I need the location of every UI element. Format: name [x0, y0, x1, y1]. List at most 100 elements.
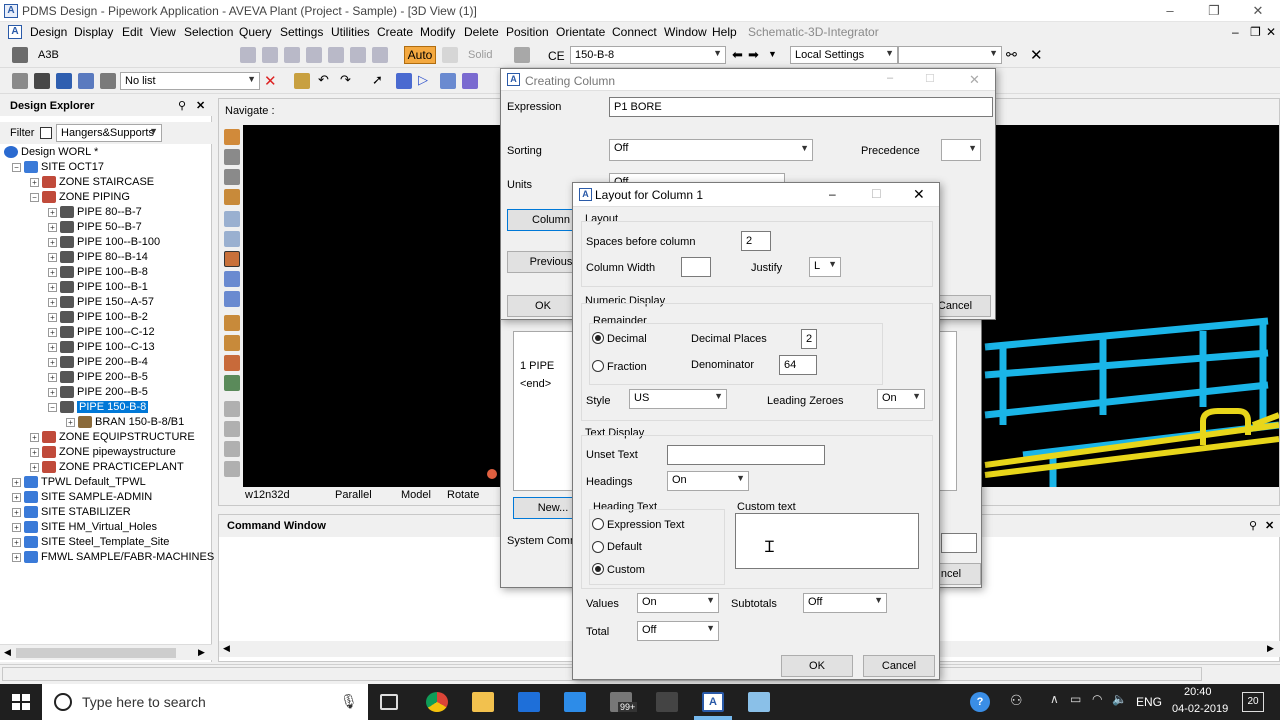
- store-icon[interactable]: [518, 692, 540, 712]
- list-icon[interactable]: [78, 73, 94, 89]
- justify-combo[interactable]: L ▼: [809, 257, 841, 277]
- zoom-icon[interactable]: [224, 211, 240, 227]
- tree-expander-icon[interactable]: +: [30, 177, 39, 187]
- clock-date[interactable]: 04-02-2019: [1172, 703, 1228, 715]
- expression-text-radio[interactable]: [592, 518, 604, 530]
- task-view-icon[interactable]: [380, 694, 398, 710]
- cmd-pin-icon[interactable]: ⚲: [1249, 519, 1257, 532]
- menu-connect[interactable]: Connect: [612, 25, 657, 39]
- grab-icon[interactable]: [12, 73, 28, 89]
- tree-expander-icon[interactable]: +: [48, 237, 57, 247]
- menu-view[interactable]: View: [150, 25, 176, 39]
- tree-expander-icon[interactable]: +: [48, 327, 57, 337]
- denominator-field[interactable]: 64: [779, 355, 817, 375]
- menu-delete[interactable]: Delete: [464, 25, 499, 39]
- tree-expander-icon[interactable]: +: [12, 477, 21, 487]
- tree-item[interactable]: − ZONE PIPING: [30, 191, 130, 204]
- delete-x-icon[interactable]: ✕: [264, 72, 277, 90]
- file-explorer-icon[interactable]: [472, 692, 494, 712]
- close-button[interactable]: ✕: [1238, 2, 1278, 20]
- tree-expander-icon[interactable]: +: [48, 357, 57, 367]
- custom-radio[interactable]: [592, 563, 604, 575]
- fraction-label[interactable]: Fraction: [607, 361, 647, 373]
- blank-combo[interactable]: ▼: [898, 46, 1002, 64]
- undo-icon[interactable]: ↶: [318, 72, 329, 88]
- headings-combo[interactable]: On ▼: [667, 471, 749, 491]
- explorer-scrollbar[interactable]: ◀ ▶: [0, 644, 212, 660]
- report-list-item-1[interactable]: 1 PIPE: [520, 360, 554, 372]
- menu-help[interactable]: Help: [712, 25, 737, 39]
- tree-item[interactable]: + ZONE pipewaystructure: [30, 446, 176, 459]
- precedence-combo[interactable]: ▼: [941, 139, 981, 161]
- tree-item[interactable]: − PIPE 150-B-8: [48, 401, 149, 414]
- language-indicator[interactable]: ENG: [1136, 695, 1162, 709]
- dropbox-icon[interactable]: [564, 692, 586, 712]
- tree-expander-icon[interactable]: +: [48, 387, 57, 397]
- explorer-close-icon[interactable]: ✕: [196, 99, 205, 112]
- tree-expander-icon[interactable]: +: [48, 342, 57, 352]
- tree-expander-icon[interactable]: +: [12, 507, 21, 517]
- joystick-icon[interactable]: [656, 692, 678, 712]
- tree-expander-icon[interactable]: +: [48, 222, 57, 232]
- cc-maximize-icon[interactable]: ☐: [925, 72, 935, 85]
- system-comm-field[interactable]: [941, 533, 977, 553]
- view-tool-13-icon[interactable]: [224, 421, 240, 437]
- menu-selection[interactable]: Selection: [184, 25, 233, 39]
- people-icon[interactable]: ⚇: [1010, 692, 1023, 709]
- menu-utilities[interactable]: Utilities: [331, 25, 370, 39]
- pipe-tool-6-icon[interactable]: [350, 47, 366, 63]
- view-tool-10-icon[interactable]: [224, 355, 240, 371]
- pdms-icon[interactable]: [748, 692, 770, 712]
- pin-icon[interactable]: ⚲: [178, 99, 186, 112]
- tree-item[interactable]: + PIPE 100--B-100: [48, 236, 160, 249]
- menu-edit[interactable]: Edit: [122, 25, 143, 39]
- help-circle-icon[interactable]: ?: [970, 692, 990, 712]
- walk-icon[interactable]: [224, 251, 240, 267]
- cylinder-icon[interactable]: [514, 47, 530, 63]
- default-radio[interactable]: [592, 541, 604, 553]
- clash-icon[interactable]: [462, 73, 478, 89]
- decimal-places-field[interactable]: 2: [801, 329, 817, 349]
- menu-orientate[interactable]: Orientate: [556, 25, 605, 39]
- view-tool-1-icon[interactable]: [224, 129, 240, 145]
- tree-expander-icon[interactable]: +: [48, 372, 57, 382]
- width-field[interactable]: [681, 257, 711, 277]
- subtotals-combo[interactable]: Off ▼: [803, 593, 887, 613]
- taskbar-search-box[interactable]: Type here to search 🎙: [42, 684, 368, 720]
- tree-expander-icon[interactable]: +: [12, 537, 21, 547]
- layout-close-icon[interactable]: ✕: [913, 186, 925, 203]
- volume-icon[interactable]: 🔈: [1112, 692, 1127, 706]
- total-combo[interactable]: Off ▼: [637, 621, 719, 641]
- forward-arrow-icon[interactable]: ➡: [748, 47, 759, 63]
- view-tool-3-icon[interactable]: [224, 169, 240, 185]
- mdi-close-button[interactable]: ✕: [1266, 25, 1276, 39]
- redo-icon[interactable]: ↷: [340, 72, 351, 88]
- tree-item[interactable]: Design WORL *: [4, 146, 98, 159]
- spaces-field[interactable]: 2: [741, 231, 771, 251]
- tree-item[interactable]: + SITE SAMPLE-ADMIN: [12, 491, 152, 504]
- measure-icon[interactable]: [440, 73, 456, 89]
- tree-item[interactable]: + PIPE 200--B-4: [48, 356, 148, 369]
- custom-text-area[interactable]: [735, 513, 919, 569]
- microphone-icon[interactable]: 🎙: [340, 693, 358, 710]
- orbit-icon[interactable]: [224, 291, 240, 307]
- scroll-thumb[interactable]: [16, 648, 176, 658]
- pipe-tool-2-icon[interactable]: [262, 47, 278, 63]
- play-icon[interactable]: ▷: [418, 72, 428, 88]
- decimal-radio[interactable]: [592, 332, 604, 344]
- zoom-out-icon[interactable]: [224, 231, 240, 247]
- layout-minimize-icon[interactable]: –: [829, 187, 836, 201]
- cmd-close-icon[interactable]: ✕: [1265, 519, 1274, 532]
- tree-item[interactable]: + PIPE 100--C-13: [48, 341, 155, 354]
- pointer-icon[interactable]: ➚: [372, 72, 383, 88]
- menu-create[interactable]: Create: [377, 25, 413, 39]
- tree-item[interactable]: + BRAN 150-B-8/B1: [66, 416, 184, 429]
- cmd-scroll-right-icon[interactable]: ▶: [1267, 643, 1274, 654]
- leading-zeroes-combo[interactable]: On ▼: [877, 389, 925, 409]
- style-combo[interactable]: US ▼: [629, 389, 727, 409]
- minimize-button[interactable]: –: [1150, 2, 1190, 20]
- tree-item[interactable]: + SITE STABILIZER: [12, 506, 131, 519]
- local-settings-combo[interactable]: Local Settings ▼: [790, 46, 898, 64]
- binoculars-icon[interactable]: ⚯: [1006, 47, 1017, 63]
- tree-item[interactable]: + TPWL Default_TPWL: [12, 476, 146, 489]
